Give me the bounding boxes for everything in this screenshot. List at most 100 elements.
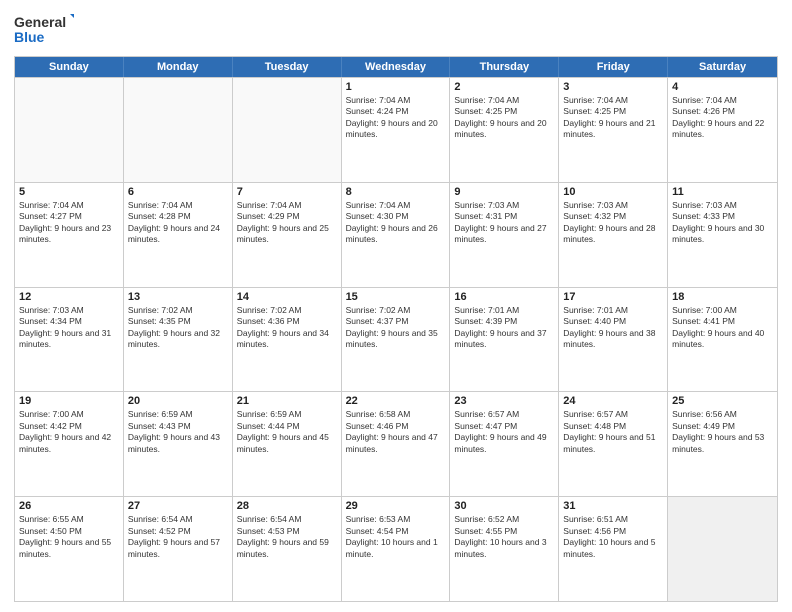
day-number: 18	[672, 291, 773, 303]
day-number: 9	[454, 186, 554, 198]
calendar-cell: 19 Sunrise: 7:00 AMSunset: 4:42 PMDayligh…	[15, 392, 124, 496]
weekday-header: Saturday	[668, 57, 777, 77]
day-number: 4	[672, 81, 773, 93]
day-info: Sunrise: 7:04 AMSunset: 4:27 PMDaylight:…	[19, 200, 119, 246]
svg-text:General: General	[14, 14, 66, 30]
day-number: 16	[454, 291, 554, 303]
day-info: Sunrise: 6:51 AMSunset: 4:56 PMDaylight:…	[563, 514, 663, 560]
day-number: 21	[237, 395, 337, 407]
day-info: Sunrise: 6:54 AMSunset: 4:52 PMDaylight:…	[128, 514, 228, 560]
day-number: 3	[563, 81, 663, 93]
day-info: Sunrise: 7:02 AMSunset: 4:35 PMDaylight:…	[128, 305, 228, 351]
day-info: Sunrise: 7:04 AMSunset: 4:24 PMDaylight:…	[346, 95, 446, 141]
day-number: 30	[454, 500, 554, 512]
day-number: 28	[237, 500, 337, 512]
day-info: Sunrise: 7:02 AMSunset: 4:37 PMDaylight:…	[346, 305, 446, 351]
day-number: 5	[19, 186, 119, 198]
calendar-cell: 30 Sunrise: 6:52 AMSunset: 4:55 PMDayligh…	[450, 497, 559, 601]
calendar-cell: 6 Sunrise: 7:04 AMSunset: 4:28 PMDaylight…	[124, 183, 233, 287]
day-info: Sunrise: 7:03 AMSunset: 4:31 PMDaylight:…	[454, 200, 554, 246]
day-info: Sunrise: 7:00 AMSunset: 4:41 PMDaylight:…	[672, 305, 773, 351]
calendar-cell: 14 Sunrise: 7:02 AMSunset: 4:36 PMDayligh…	[233, 288, 342, 392]
calendar: SundayMondayTuesdayWednesdayThursdayFrid…	[14, 56, 778, 602]
day-info: Sunrise: 7:04 AMSunset: 4:29 PMDaylight:…	[237, 200, 337, 246]
calendar-body: 1 Sunrise: 7:04 AMSunset: 4:24 PMDaylight…	[15, 77, 777, 601]
day-info: Sunrise: 7:00 AMSunset: 4:42 PMDaylight:…	[19, 409, 119, 455]
day-number: 11	[672, 186, 773, 198]
day-info: Sunrise: 6:58 AMSunset: 4:46 PMDaylight:…	[346, 409, 446, 455]
calendar-cell: 15 Sunrise: 7:02 AMSunset: 4:37 PMDayligh…	[342, 288, 451, 392]
day-number: 15	[346, 291, 446, 303]
calendar-cell: 5 Sunrise: 7:04 AMSunset: 4:27 PMDaylight…	[15, 183, 124, 287]
day-number: 13	[128, 291, 228, 303]
day-info: Sunrise: 7:04 AMSunset: 4:30 PMDaylight:…	[346, 200, 446, 246]
day-number: 24	[563, 395, 663, 407]
logo: General Blue	[14, 12, 74, 48]
calendar-cell: 11 Sunrise: 7:03 AMSunset: 4:33 PMDayligh…	[668, 183, 777, 287]
calendar-cell: 8 Sunrise: 7:04 AMSunset: 4:30 PMDaylight…	[342, 183, 451, 287]
day-info: Sunrise: 7:03 AMSunset: 4:34 PMDaylight:…	[19, 305, 119, 351]
calendar-cell: 22 Sunrise: 6:58 AMSunset: 4:46 PMDayligh…	[342, 392, 451, 496]
calendar-cell: 18 Sunrise: 7:00 AMSunset: 4:41 PMDayligh…	[668, 288, 777, 392]
calendar-row: 5 Sunrise: 7:04 AMSunset: 4:27 PMDaylight…	[15, 182, 777, 287]
day-number: 10	[563, 186, 663, 198]
day-number: 7	[237, 186, 337, 198]
calendar-cell: 10 Sunrise: 7:03 AMSunset: 4:32 PMDayligh…	[559, 183, 668, 287]
day-number: 8	[346, 186, 446, 198]
day-number: 17	[563, 291, 663, 303]
calendar-cell	[668, 497, 777, 601]
weekday-header: Sunday	[15, 57, 124, 77]
day-number: 27	[128, 500, 228, 512]
calendar-cell: 1 Sunrise: 7:04 AMSunset: 4:24 PMDaylight…	[342, 78, 451, 182]
calendar-cell: 4 Sunrise: 7:04 AMSunset: 4:26 PMDaylight…	[668, 78, 777, 182]
day-info: Sunrise: 6:56 AMSunset: 4:49 PMDaylight:…	[672, 409, 773, 455]
day-number: 23	[454, 395, 554, 407]
day-info: Sunrise: 7:03 AMSunset: 4:32 PMDaylight:…	[563, 200, 663, 246]
day-number: 19	[19, 395, 119, 407]
day-number: 12	[19, 291, 119, 303]
day-info: Sunrise: 7:04 AMSunset: 4:26 PMDaylight:…	[672, 95, 773, 141]
calendar-cell: 24 Sunrise: 6:57 AMSunset: 4:48 PMDayligh…	[559, 392, 668, 496]
day-info: Sunrise: 6:57 AMSunset: 4:48 PMDaylight:…	[563, 409, 663, 455]
day-number: 29	[346, 500, 446, 512]
calendar-cell: 20Sunrise: 6:59 AMSunset: 4:43 PMDayligh…	[124, 392, 233, 496]
day-info: Sunrise: 7:01 AMSunset: 4:39 PMDaylight:…	[454, 305, 554, 351]
calendar-cell: 16 Sunrise: 7:01 AMSunset: 4:39 PMDayligh…	[450, 288, 559, 392]
day-info: Sunrise: 6:52 AMSunset: 4:55 PMDaylight:…	[454, 514, 554, 560]
day-info: Sunrise: 6:59 AMSunset: 4:43 PMDaylight:…	[128, 409, 228, 455]
day-info: Sunrise: 6:57 AMSunset: 4:47 PMDaylight:…	[454, 409, 554, 455]
day-info: Sunrise: 7:03 AMSunset: 4:33 PMDaylight:…	[672, 200, 773, 246]
calendar-cell: 7 Sunrise: 7:04 AMSunset: 4:29 PMDaylight…	[233, 183, 342, 287]
day-number: 14	[237, 291, 337, 303]
day-number: 22	[346, 395, 446, 407]
day-info: Sunrise: 6:59 AMSunset: 4:44 PMDaylight:…	[237, 409, 337, 455]
calendar-cell: 28Sunrise: 6:54 AMSunset: 4:53 PMDayligh…	[233, 497, 342, 601]
weekday-header: Tuesday	[233, 57, 342, 77]
day-number: 6	[128, 186, 228, 198]
day-number: 1	[346, 81, 446, 93]
day-info: Sunrise: 7:02 AMSunset: 4:36 PMDaylight:…	[237, 305, 337, 351]
weekday-header: Wednesday	[342, 57, 451, 77]
calendar-cell: 12 Sunrise: 7:03 AMSunset: 4:34 PMDayligh…	[15, 288, 124, 392]
day-info: Sunrise: 7:04 AMSunset: 4:28 PMDaylight:…	[128, 200, 228, 246]
calendar-cell: 27 Sunrise: 6:54 AMSunset: 4:52 PMDayligh…	[124, 497, 233, 601]
day-info: Sunrise: 6:55 AMSunset: 4:50 PMDaylight:…	[19, 514, 119, 560]
calendar-cell: 23 Sunrise: 6:57 AMSunset: 4:47 PMDayligh…	[450, 392, 559, 496]
day-number: 2	[454, 81, 554, 93]
calendar-cell: 9 Sunrise: 7:03 AMSunset: 4:31 PMDaylight…	[450, 183, 559, 287]
weekday-header: Thursday	[450, 57, 559, 77]
calendar-cell: 26 Sunrise: 6:55 AMSunset: 4:50 PMDayligh…	[15, 497, 124, 601]
weekday-header: Monday	[124, 57, 233, 77]
day-number: 31	[563, 500, 663, 512]
calendar-row: 12 Sunrise: 7:03 AMSunset: 4:34 PMDayligh…	[15, 287, 777, 392]
day-number: 26	[19, 500, 119, 512]
calendar-cell: 31 Sunrise: 6:51 AMSunset: 4:56 PMDayligh…	[559, 497, 668, 601]
calendar-cell: 13 Sunrise: 7:02 AMSunset: 4:35 PMDayligh…	[124, 288, 233, 392]
calendar-cell	[15, 78, 124, 182]
calendar-cell: 2 Sunrise: 7:04 AMSunset: 4:25 PMDaylight…	[450, 78, 559, 182]
calendar-cell	[124, 78, 233, 182]
calendar-row: 19 Sunrise: 7:00 AMSunset: 4:42 PMDayligh…	[15, 391, 777, 496]
day-info: Sunrise: 7:04 AMSunset: 4:25 PMDaylight:…	[454, 95, 554, 141]
day-info: Sunrise: 7:01 AMSunset: 4:40 PMDaylight:…	[563, 305, 663, 351]
calendar-cell: 3Sunrise: 7:04 AMSunset: 4:25 PMDaylight…	[559, 78, 668, 182]
